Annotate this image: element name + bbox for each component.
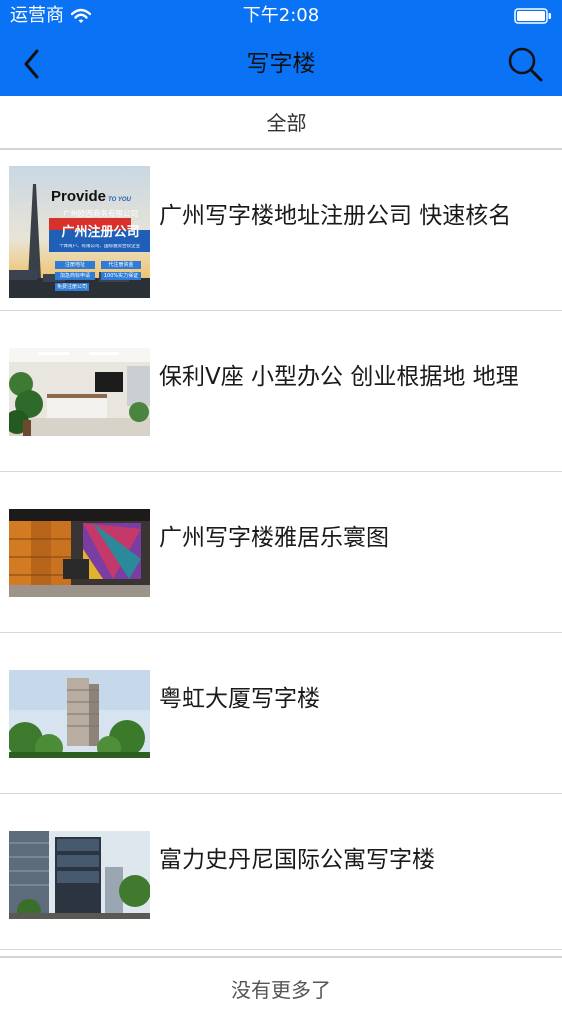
listing-title: 广州写字楼地址注册公司 快速核名: [159, 203, 512, 229]
list-item[interactable]: 富力史丹尼国际公寓写字楼: [0, 794, 562, 950]
listing-thumbnail: [9, 670, 150, 758]
listing-thumbnail: Provide TO YOU 广州欧西商务有限公司 广州注册公司 个体商户、有限公…: [9, 166, 150, 298]
search-icon: [508, 47, 543, 82]
thumb-tag: 100%实力保证: [103, 273, 139, 279]
thumb-big-title: 广州注册公司: [61, 225, 140, 240]
listing-thumbnail: [9, 509, 150, 597]
page-title: 写字楼: [246, 51, 316, 77]
thumb-tag: 加急商标申请: [59, 273, 90, 279]
filter-bar: 全部: [0, 96, 562, 150]
thumb-tag: 代注册资金: [108, 262, 134, 268]
battery-icon: [514, 8, 551, 24]
search-button[interactable]: [506, 45, 544, 83]
listing-title: 粤虹大厦写字楼: [159, 686, 320, 712]
nav-bar: 写字楼: [0, 32, 562, 96]
list-item[interactable]: 广州写字楼雅居乐寰图: [0, 472, 562, 633]
thumb-tag: 注册地址: [64, 262, 85, 268]
no-more-label: 没有更多了: [231, 978, 331, 1002]
filter-all-tab[interactable]: 全部: [0, 96, 562, 150]
thumb-company-name: 广州欧西商务有限公司: [63, 209, 138, 218]
status-bar: 运营商 下午2:08: [0, 0, 562, 32]
list-item[interactable]: 保利V座 小型办公 创业根据地 地理: [0, 311, 562, 472]
list-item[interactable]: 粤虹大厦写字楼: [0, 633, 562, 794]
status-time: 下午2:08: [242, 5, 320, 26]
list-item[interactable]: Provide TO YOU 广州欧西商务有限公司 广州注册公司 个体商户、有限公…: [0, 150, 562, 311]
listing-thumbnail: [9, 348, 150, 436]
list-footer: 没有更多了: [0, 956, 562, 1002]
listing-title: 保利V座 小型办公 创业根据地 地理: [159, 364, 519, 390]
listing-list: Provide TO YOU 广州欧西商务有限公司 广州注册公司 个体商户、有限公…: [0, 150, 562, 950]
listing-title: 富力史丹尼国际公寓写字楼: [159, 847, 435, 873]
thumb-provide-heading: Provide TO YOU: [51, 188, 131, 205]
thumb-tag: 免费注册公司: [56, 284, 87, 290]
listing-title: 广州写字楼雅居乐寰图: [159, 525, 389, 551]
listing-thumbnail: [9, 831, 150, 919]
thumb-tagline: 个体商户、有限公司、国际独资合伙企业: [59, 244, 140, 249]
